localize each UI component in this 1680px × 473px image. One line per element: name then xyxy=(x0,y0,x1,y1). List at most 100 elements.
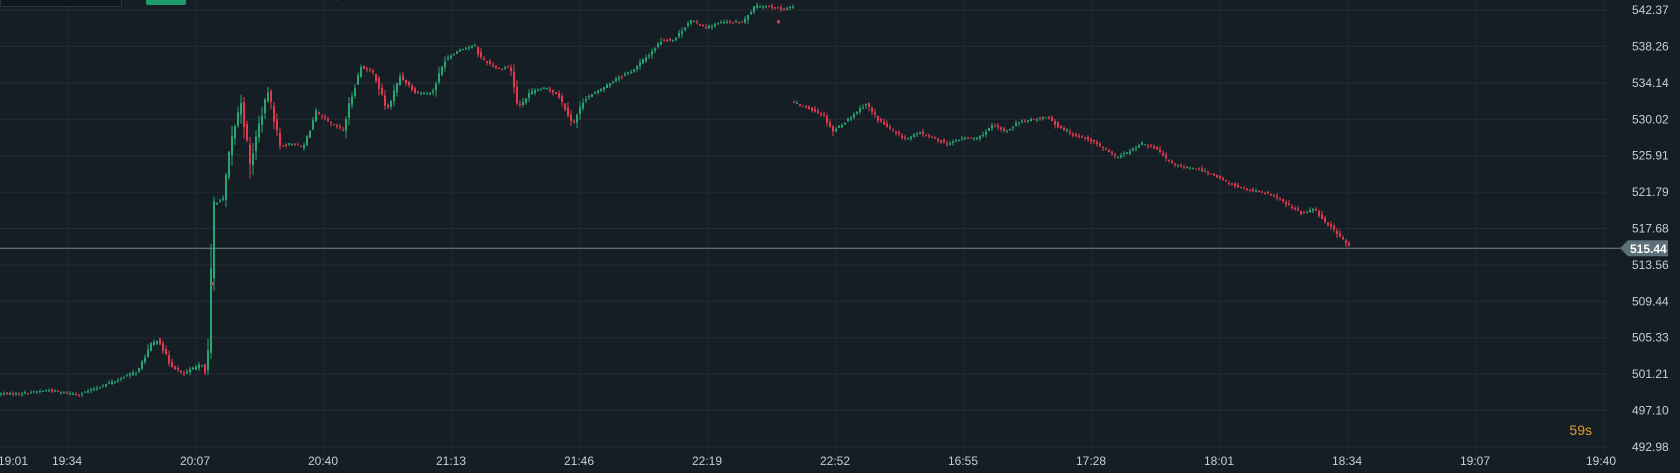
candle-23 xyxy=(69,391,71,396)
candle-304 xyxy=(904,134,906,141)
y-axis[interactable]: 542.37 538.26 534.14 530.02 525.91 521.79 517.… xyxy=(1632,3,1669,454)
cursor-icon[interactable]: ✕ xyxy=(238,0,248,3)
candle-433 xyxy=(1291,204,1293,210)
candle-192 xyxy=(576,113,578,129)
candle-95 xyxy=(285,143,287,148)
candle-118 xyxy=(354,84,356,99)
candle-161 xyxy=(483,56,485,61)
candle-450 xyxy=(1342,235,1344,241)
candle-330 xyxy=(982,131,984,138)
candle-270 xyxy=(802,105,804,107)
candle-390 xyxy=(1162,150,1164,157)
candle-245 xyxy=(735,19,737,24)
candle-361 xyxy=(1075,132,1077,138)
candle-20 xyxy=(60,391,62,395)
candle-11 xyxy=(33,390,35,394)
candle-162 xyxy=(486,60,488,66)
candle-154 xyxy=(462,48,464,51)
candle-447 xyxy=(1333,223,1335,233)
candle-287 xyxy=(853,111,855,120)
candle-353 xyxy=(1051,115,1053,122)
candle-12 xyxy=(36,390,38,395)
zoom-in-icon[interactable]: ⊕ xyxy=(286,0,296,3)
candle-180 xyxy=(540,87,542,91)
candle-138 xyxy=(414,86,416,94)
candle-339 xyxy=(1009,128,1011,131)
candle-81 xyxy=(243,97,245,139)
candle-75 xyxy=(225,172,227,208)
x-tick-label-1: 19:34 xyxy=(52,454,82,468)
candle-120 xyxy=(360,64,362,78)
candle-200 xyxy=(600,88,602,93)
symbol-input[interactable] xyxy=(0,0,122,7)
candle-184 xyxy=(552,89,554,96)
candle-369 xyxy=(1099,141,1101,148)
candle-426 xyxy=(1270,193,1272,197)
candle-43 xyxy=(129,372,131,379)
candle-279 xyxy=(829,119,831,129)
candle-351 xyxy=(1045,116,1047,119)
candle-428 xyxy=(1276,193,1278,201)
candle-326 xyxy=(970,137,972,139)
candle-292 xyxy=(868,102,870,112)
price-marker-label: 515.44 xyxy=(1630,242,1667,256)
candle-101 xyxy=(303,142,305,151)
candle-295 xyxy=(877,115,879,124)
candle-111 xyxy=(333,123,335,126)
chart-toolbar: ✕ ⌇ ⊕ ⊖ ⊹ xyxy=(0,0,342,7)
candle-319 xyxy=(949,141,951,146)
candle-97 xyxy=(291,143,293,146)
candle-268 xyxy=(796,100,798,104)
candle-18 xyxy=(54,389,56,393)
candle-291 xyxy=(865,103,867,109)
candle-385 xyxy=(1147,144,1149,149)
candle-121 xyxy=(363,65,365,70)
candle-416 xyxy=(1240,186,1242,189)
candle-153 xyxy=(459,48,461,53)
crosshair-icon[interactable]: ⊹ xyxy=(332,0,342,3)
candle-37 xyxy=(111,379,113,385)
candle-137 xyxy=(411,83,413,92)
candle-282 xyxy=(838,125,840,129)
candle-116 xyxy=(348,97,350,126)
candle-181 xyxy=(543,87,545,90)
candle-277 xyxy=(823,111,825,118)
candle-66 xyxy=(198,362,200,371)
candle-208 xyxy=(624,71,626,77)
candle-73 xyxy=(219,198,221,203)
candle-26 xyxy=(78,394,80,398)
candle-349 xyxy=(1039,116,1041,121)
candle-115 xyxy=(345,116,347,139)
candle-198 xyxy=(594,91,596,95)
candle-216 xyxy=(648,53,650,59)
candle-206 xyxy=(618,75,620,82)
candle-378 xyxy=(1126,152,1128,154)
chart-panel[interactable]: 515.44 542.37 538.26 534.14 530.02 525.91 521… xyxy=(0,0,1680,473)
candle-250 xyxy=(750,10,752,15)
indicator-icon[interactable]: ⌇ xyxy=(262,0,272,3)
bar-countdown-timer: 59s xyxy=(1569,422,1592,438)
price-chart[interactable]: 515.44 542.37 538.26 534.14 530.02 525.91 521… xyxy=(0,0,1680,473)
candle-379 xyxy=(1129,148,1131,156)
candle-284 xyxy=(844,122,846,126)
candle-274 xyxy=(814,106,816,113)
candle-214 xyxy=(642,57,644,65)
candle-96 xyxy=(288,142,290,147)
candle-294 xyxy=(874,108,876,119)
candle-401 xyxy=(1195,168,1197,170)
y-tick-label-2: 534.14 xyxy=(1632,76,1669,90)
candle-399 xyxy=(1189,166,1191,170)
candle-130 xyxy=(390,100,392,110)
candle-15 xyxy=(45,389,47,392)
candle-82 xyxy=(246,120,248,143)
candle-350 xyxy=(1042,116,1044,121)
zoom-out-icon[interactable]: ⊖ xyxy=(308,0,318,3)
candle-52 xyxy=(156,340,158,346)
candle-337 xyxy=(1003,126,1005,133)
x-axis[interactable]: 19:01 19:34 20:07 20:40 21:13 21:46 22:19 22:52… xyxy=(0,454,1616,468)
candle-123 xyxy=(369,67,371,73)
candle-306 xyxy=(910,136,912,141)
candle-149 xyxy=(447,55,449,62)
candle-410 xyxy=(1222,176,1224,182)
candle-348 xyxy=(1036,117,1038,123)
